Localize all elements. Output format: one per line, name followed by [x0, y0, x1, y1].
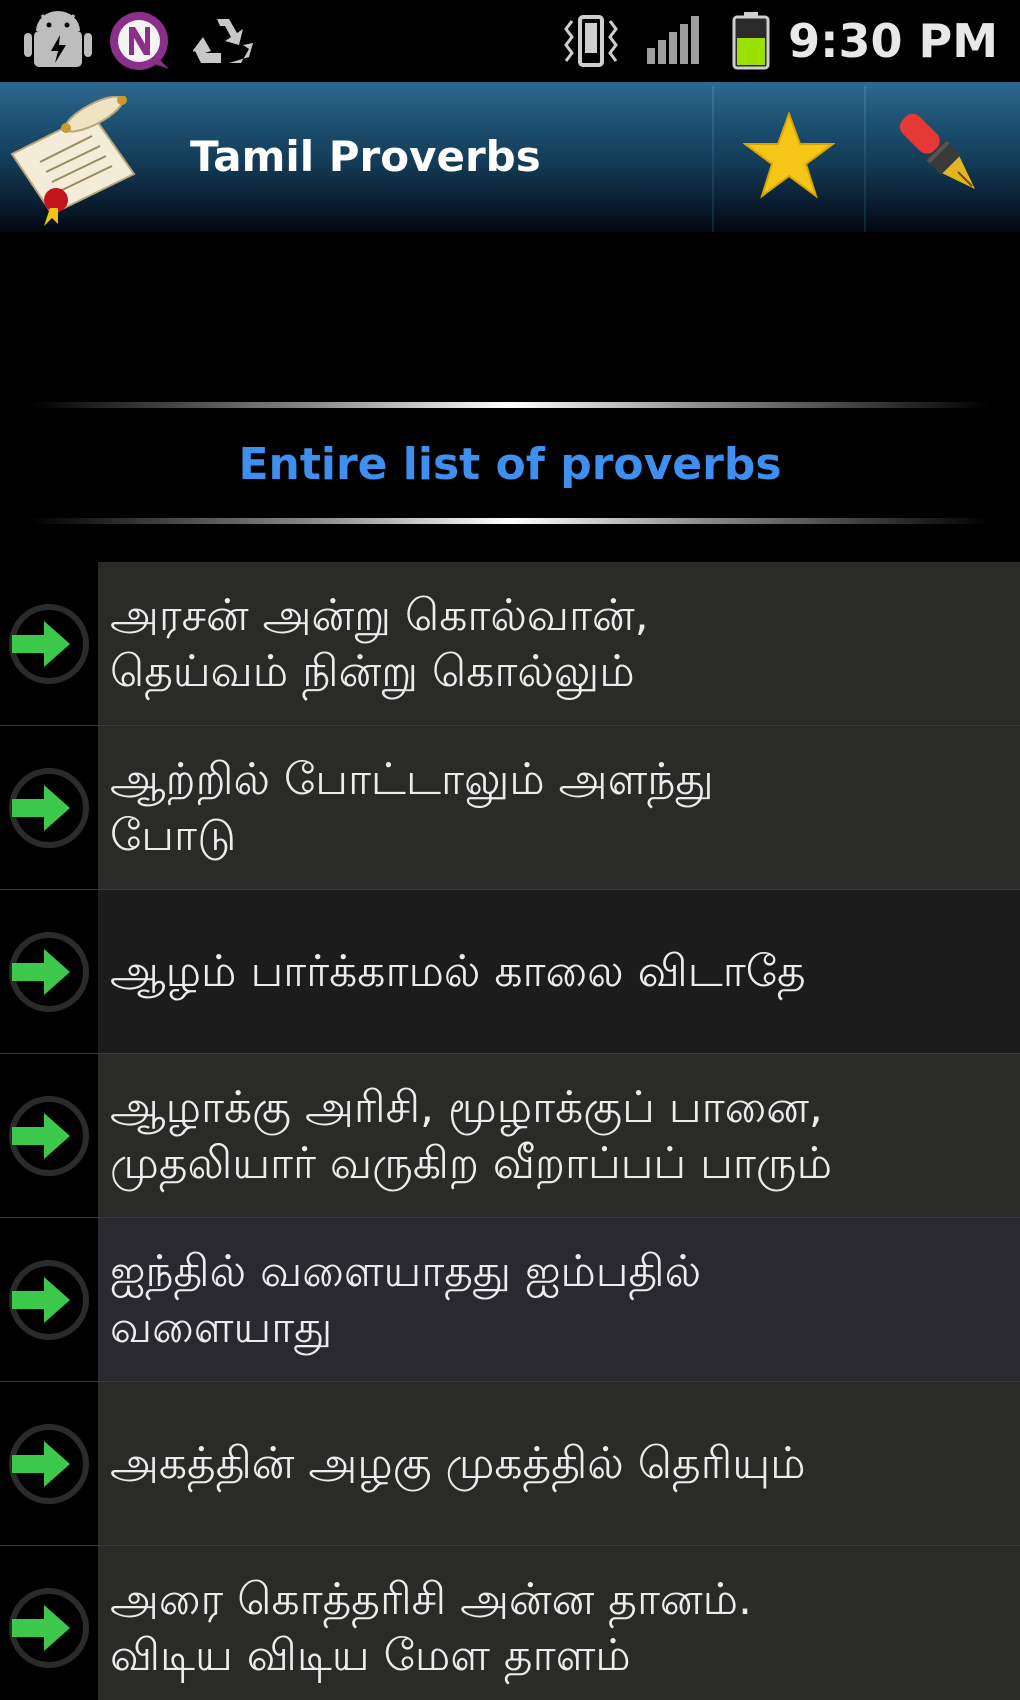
- list-item[interactable]: ஆழம் பார்க்காமல் காலை விடாதே: [0, 890, 1020, 1054]
- signal-icon: [644, 8, 700, 74]
- app-title: Tamil Proverbs: [190, 132, 541, 181]
- status-bar: 9:30 PM: [0, 0, 1020, 82]
- list-item[interactable]: ஐந்தில் வளையாதது ஐம்பதில் வளையாது: [0, 1218, 1020, 1382]
- star-icon: [741, 110, 837, 204]
- proverb-text: அகத்தின் அழகு முகத்தில் தெரியும்: [98, 1382, 1020, 1545]
- arrow-right-icon: [0, 1218, 98, 1381]
- pen-icon: [891, 107, 991, 207]
- arrow-right-icon: [0, 726, 98, 889]
- write-button[interactable]: [866, 82, 1016, 232]
- recycle-icon: [190, 8, 256, 74]
- battery-icon: [728, 8, 774, 74]
- favorites-button[interactable]: [714, 82, 864, 232]
- scroll-icon[interactable]: [0, 95, 160, 226]
- action-bar: Tamil Proverbs: [0, 82, 1020, 232]
- arrow-right-icon: [0, 1546, 98, 1700]
- proverb-text: அரசன் அன்று கொல்வான், தெய்வம் நின்று கொல்…: [98, 562, 1020, 725]
- list-item[interactable]: ஆழாக்கு அரிசி, மூழாக்குப் பானை, முதலியார்…: [0, 1054, 1020, 1218]
- proverb-text: ஆழம் பார்க்காமல் காலை விடாதே: [98, 890, 1020, 1053]
- proverb-text: ஆற்றில் போட்டாலும் அளந்து போடு: [98, 726, 1020, 889]
- divider-bottom: [30, 518, 990, 524]
- arrow-right-icon: [0, 890, 98, 1053]
- arrow-right-icon: [0, 1054, 98, 1217]
- divider-top: [30, 402, 990, 408]
- proverb-text: ஐந்தில் வளையாதது ஐம்பதில் வளையாது: [98, 1218, 1020, 1381]
- list-item[interactable]: அரசன் அன்று கொல்வான், தெய்வம் நின்று கொல்…: [0, 562, 1020, 726]
- arrow-right-icon: [0, 1382, 98, 1545]
- proverb-text: ஆழாக்கு அரிசி, மூழாக்குப் பானை, முதலியார்…: [98, 1054, 1020, 1217]
- list-item[interactable]: அகத்தின் அழகு முகத்தில் தெரியும்: [0, 1382, 1020, 1546]
- n-app-icon: [106, 8, 172, 74]
- list-item[interactable]: அரை கொத்தரிசி அன்ன தானம். விடிய விடிய மேள…: [0, 1546, 1020, 1700]
- vibrate-icon: [556, 8, 626, 74]
- section-title: Entire list of proverbs: [238, 439, 782, 490]
- proverb-text: அரை கொத்தரிசி அன்ன தானம். விடிய விடிய மேள…: [98, 1546, 1020, 1700]
- arrow-right-icon: [0, 562, 98, 725]
- clock: 9:30 PM: [788, 14, 998, 68]
- list-item[interactable]: ஆற்றில் போட்டாலும் அளந்து போடு: [0, 726, 1020, 890]
- android-debug-icon: [20, 8, 96, 74]
- proverb-list: அரசன் அன்று கொல்வான், தெய்வம் நின்று கொல்…: [0, 562, 1020, 1700]
